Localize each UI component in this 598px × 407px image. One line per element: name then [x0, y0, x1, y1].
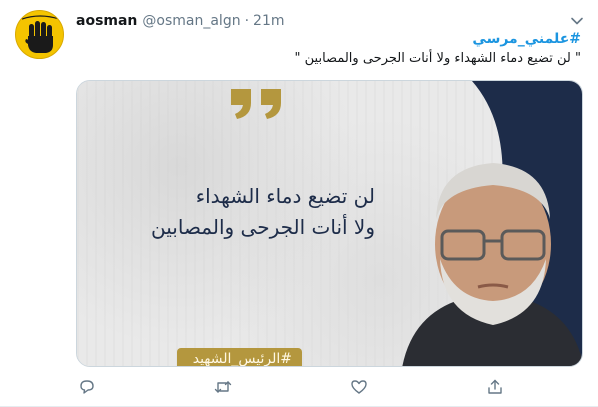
media-quote-line-1: لن تضيع دماء الشهداء — [195, 184, 375, 208]
media-quote-line-2: ولا أنات الجرحى والمصابين — [151, 215, 375, 239]
display-name[interactable]: aosman — [76, 13, 137, 29]
hashtag-link[interactable]: #علمني_مرسي — [472, 31, 581, 47]
tweet-media-image[interactable]: لن تضيع دماء الشهداء ولا أنات الجرحى وال… — [76, 80, 583, 367]
tweet-text: " لن تضيع دماء الشهداء ولا أنات الجرحى و… — [294, 51, 581, 66]
heart-icon[interactable] — [348, 376, 370, 398]
tweet-card[interactable]: aosman @osman_algn · 21m #علمني_مرسي " ل… — [0, 0, 598, 407]
media-hashtag-text: #الرئيس_الشهيد — [192, 351, 292, 367]
user-handle[interactable]: @osman_algn — [142, 13, 240, 29]
share-icon[interactable] — [484, 376, 506, 398]
quote-mark-icon — [231, 89, 281, 119]
tweet-actions — [76, 376, 536, 398]
retweet-icon[interactable] — [212, 376, 234, 398]
timestamp[interactable]: 21m — [253, 13, 284, 29]
tweet-header: aosman @osman_algn · 21m — [76, 11, 285, 31]
chevron-down-icon[interactable] — [568, 12, 586, 30]
separator-dot: · — [244, 13, 250, 29]
media-hashtag-band: #الرئيس_الشهيد — [177, 348, 302, 367]
avatar[interactable] — [15, 10, 64, 59]
reply-icon[interactable] — [76, 376, 98, 398]
portrait-illustration — [402, 163, 582, 366]
rabaa-hand-icon — [21, 15, 60, 53]
